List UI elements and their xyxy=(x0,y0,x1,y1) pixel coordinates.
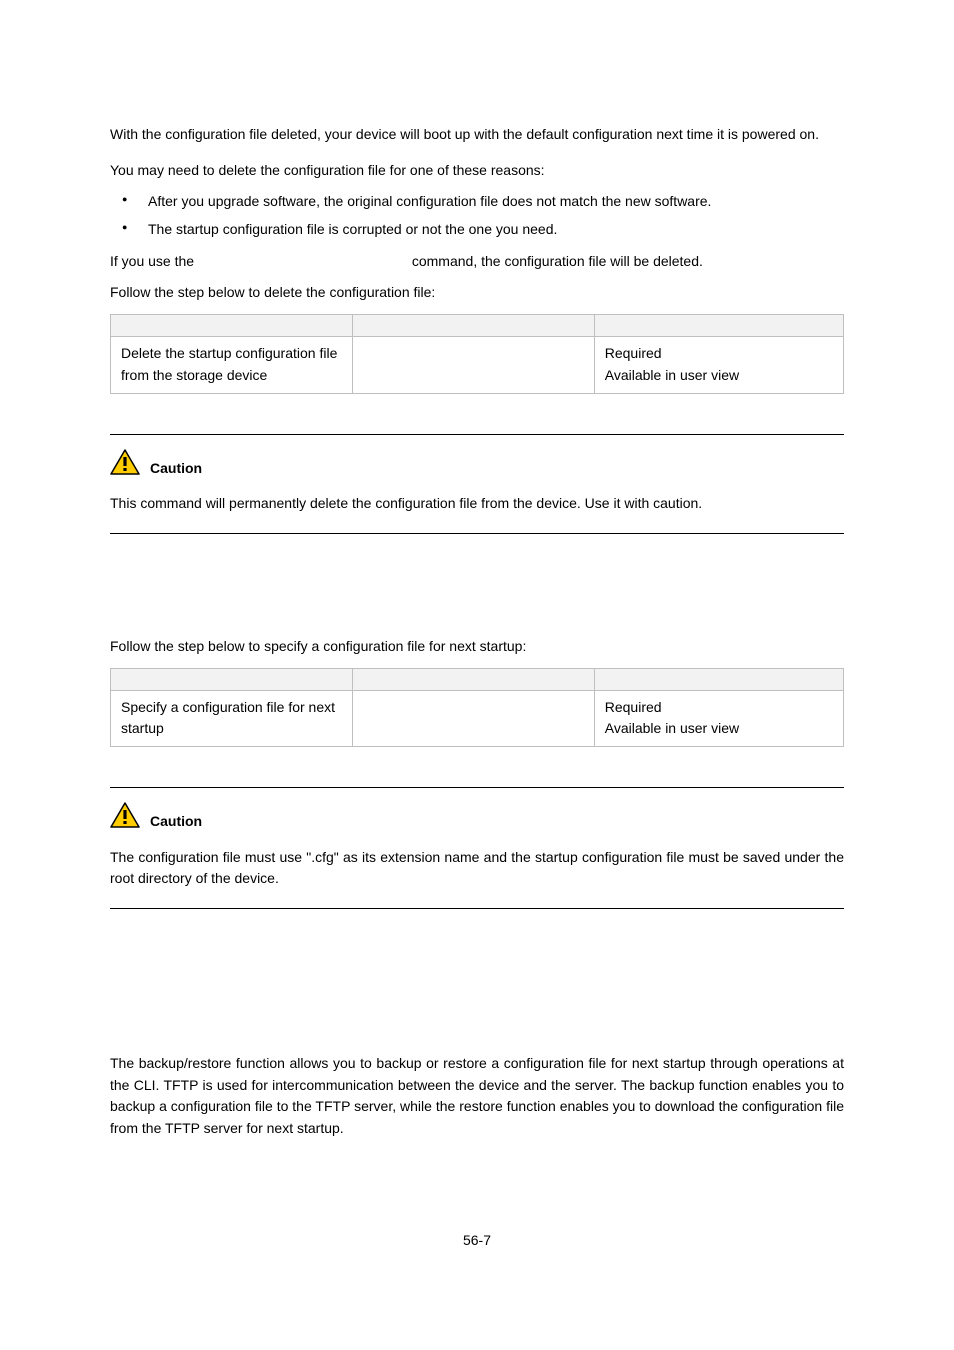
caution-head: Caution xyxy=(110,802,844,835)
caution-label: Caution xyxy=(150,811,202,835)
td-description: Specify a configuration file for next st… xyxy=(111,690,353,746)
remark-required: Required xyxy=(605,343,833,365)
page-number: 56-7 xyxy=(110,1230,844,1252)
intro-p3b: command, the configuration file will be … xyxy=(412,253,703,269)
intro-p1: With the configuration file deleted, you… xyxy=(110,124,844,146)
page-root: With the configuration file deleted, you… xyxy=(0,0,954,1311)
delete-table: Delete the startup configuration file fr… xyxy=(110,314,844,393)
td-remarks: Required Available in user view xyxy=(594,337,843,393)
warning-icon xyxy=(110,449,140,482)
table-row: Delete the startup configuration file fr… xyxy=(111,337,844,393)
section-spacer xyxy=(110,939,844,1009)
th-remarks xyxy=(594,315,843,337)
backup-p1: The backup/restore function allows you t… xyxy=(110,1053,844,1140)
remark-view: Available in user view xyxy=(605,365,833,387)
caution-body: The configuration file must use ".cfg" a… xyxy=(110,847,844,890)
reasons-list: After you upgrade software, the original… xyxy=(110,191,844,240)
table-header-row xyxy=(111,315,844,337)
th-todo xyxy=(111,315,353,337)
th-command xyxy=(352,668,594,690)
td-command xyxy=(352,690,594,746)
section-spacer xyxy=(110,1009,844,1049)
specify-table: Specify a configuration file for next st… xyxy=(110,668,844,747)
spec-p1: Follow the step below to specify a confi… xyxy=(110,636,844,658)
list-item: After you upgrade software, the original… xyxy=(110,191,844,213)
table-row: Specify a configuration file for next st… xyxy=(111,690,844,746)
td-description: Delete the startup configuration file fr… xyxy=(111,337,353,393)
intro-p3a: If you use the xyxy=(110,253,198,269)
td-remarks: Required Available in user view xyxy=(594,690,843,746)
caution-label: Caution xyxy=(150,458,202,482)
caution-head: Caution xyxy=(110,449,844,482)
td-command xyxy=(352,337,594,393)
remark-view: Available in user view xyxy=(605,718,833,740)
th-remarks xyxy=(594,668,843,690)
intro-p3: If you use the command, the configuratio… xyxy=(110,251,844,273)
caution-box-1: Caution This command will permanently de… xyxy=(110,434,844,534)
remark-required: Required xyxy=(605,697,833,719)
caution-body: This command will permanently delete the… xyxy=(110,493,844,515)
section-spacer xyxy=(110,564,844,634)
intro-p2: You may need to delete the configuration… xyxy=(110,160,844,182)
th-todo xyxy=(111,668,353,690)
th-command xyxy=(352,315,594,337)
warning-icon xyxy=(110,802,140,835)
list-item: The startup configuration file is corrup… xyxy=(110,219,844,241)
intro-p4: Follow the step below to delete the conf… xyxy=(110,282,844,304)
table-header-row xyxy=(111,668,844,690)
caution-box-2: Caution The configuration file must use … xyxy=(110,787,844,909)
